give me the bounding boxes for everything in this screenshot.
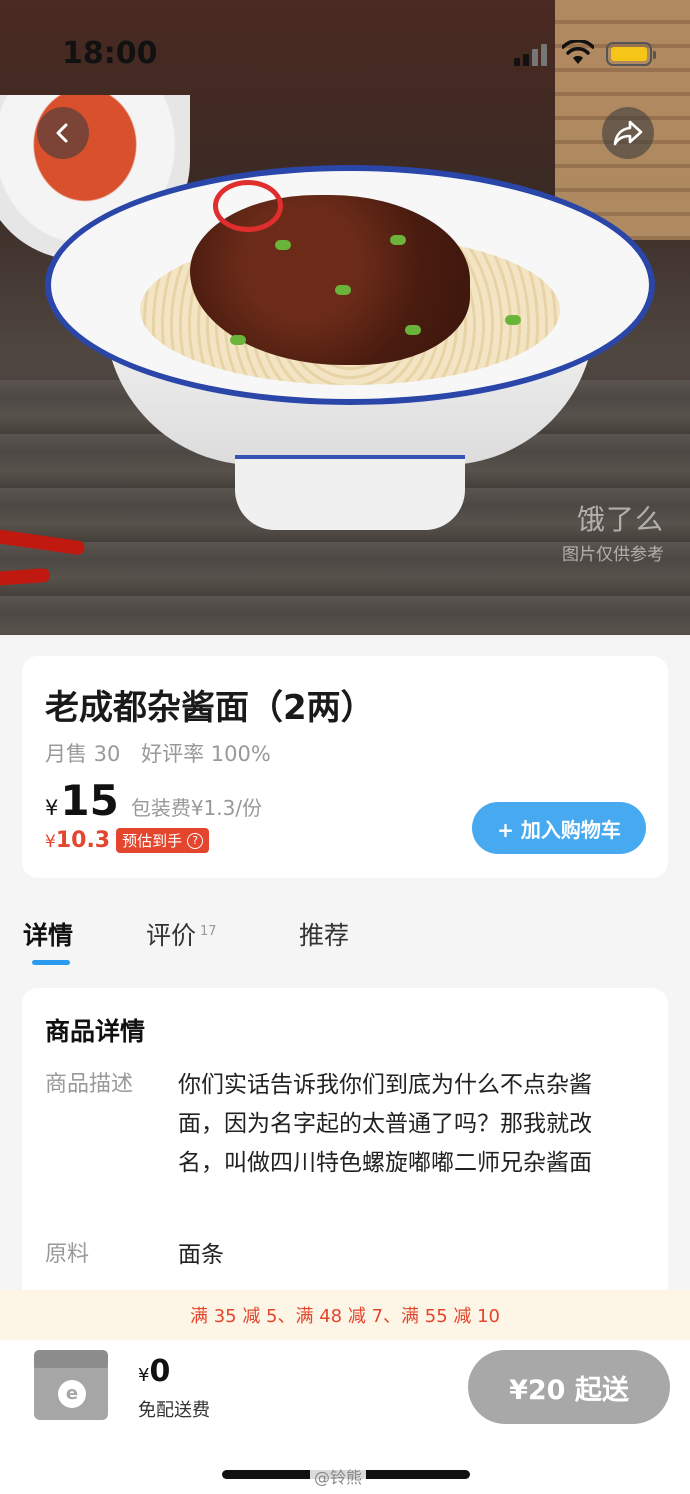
bowl-logo-icon (213, 180, 283, 232)
help-icon: ? (187, 832, 204, 849)
detail-value: 你们实话告诉我你们到底为什么不点杂酱面，因为名字起的太普通了吗？那我就改名，叫做… (178, 1072, 592, 1176)
battery-icon (606, 42, 656, 66)
detail-tabs: 详情 评价 17 推荐 (0, 916, 690, 976)
tab-indicator (32, 960, 70, 965)
detail-label: 原料 (45, 1242, 90, 1267)
estimated-price: ¥10.3 (45, 828, 111, 853)
watermark: 饿了么 图片仅供参考 (562, 498, 664, 565)
watermark-caption: 图片仅供参考 (562, 545, 664, 565)
product-detail-card: 商品详情 商品描述 你们实话告诉我你们到底为什么不点杂酱面，因为名字起的太普通了… (22, 988, 668, 1308)
tab-details[interactable]: 详情 (23, 916, 73, 952)
detail-label: 商品描述 (45, 1072, 134, 1097)
back-button[interactable] (37, 107, 89, 159)
checkout-button[interactable]: ¥20 起送 (468, 1350, 670, 1424)
weibo-watermark: @铃熊 (310, 1464, 367, 1488)
cart-box-icon[interactable]: e (30, 1350, 114, 1422)
delivery-fee: 免配送费 (138, 1400, 210, 1421)
product-meta: 月售 30 好评率 100% (45, 738, 271, 768)
estimated-price-row: ¥10.3 预估到手 ? (45, 828, 210, 853)
noodle-bowl (45, 165, 655, 535)
status-time: 18:00 (62, 36, 158, 71)
share-button[interactable] (602, 107, 654, 159)
watermark-logo: 饿了么 (576, 503, 664, 536)
cart-total: ¥ 0 (138, 1354, 171, 1389)
chevron-left-icon (56, 123, 68, 143)
tab-reviews[interactable]: 评价 17 (146, 916, 217, 952)
cart-bar: e ¥ 0 免配送费 ¥20 起送 @铃熊 (0, 1340, 690, 1494)
estimated-badge[interactable]: 预估到手 ? (116, 828, 210, 853)
price-currency: ¥ (45, 796, 59, 820)
product-info-card: 老成都杂酱面（2两） 月售 30 好评率 100% ¥ 15 包装费¥1.3/份… (22, 656, 668, 878)
add-to-cart-button[interactable]: + 加入购物车 (472, 802, 646, 854)
detail-row-description: 商品描述 你们实话告诉我你们到底为什么不点杂酱面，因为名字起的太普通了吗？那我就… (45, 1066, 628, 1183)
cellular-signal-icon (514, 44, 550, 66)
good-rating: 好评率 100% (141, 742, 271, 766)
share-arrow-icon (613, 120, 643, 146)
review-count: 17 (200, 923, 217, 939)
discount-promo-bar: 满 35 减 5、满 48 减 7、满 55 减 10 (0, 1290, 690, 1340)
detail-row-ingredients: 原料 面条 (45, 1236, 638, 1275)
status-bar: 18:00 (0, 0, 690, 100)
tab-recommend[interactable]: 推荐 (299, 916, 349, 952)
price-row: ¥ 15 包装费¥1.3/份 (45, 776, 262, 825)
wifi-icon (562, 40, 594, 64)
product-price: 15 (60, 776, 119, 825)
product-name: 老成都杂酱面（2两） (45, 688, 375, 728)
packaging-fee: 包装费¥1.3/份 (130, 796, 263, 820)
detail-value: 面条 (178, 1242, 224, 1268)
detail-title: 商品详情 (45, 1017, 146, 1046)
monthly-sales: 月售 30 (45, 742, 121, 766)
